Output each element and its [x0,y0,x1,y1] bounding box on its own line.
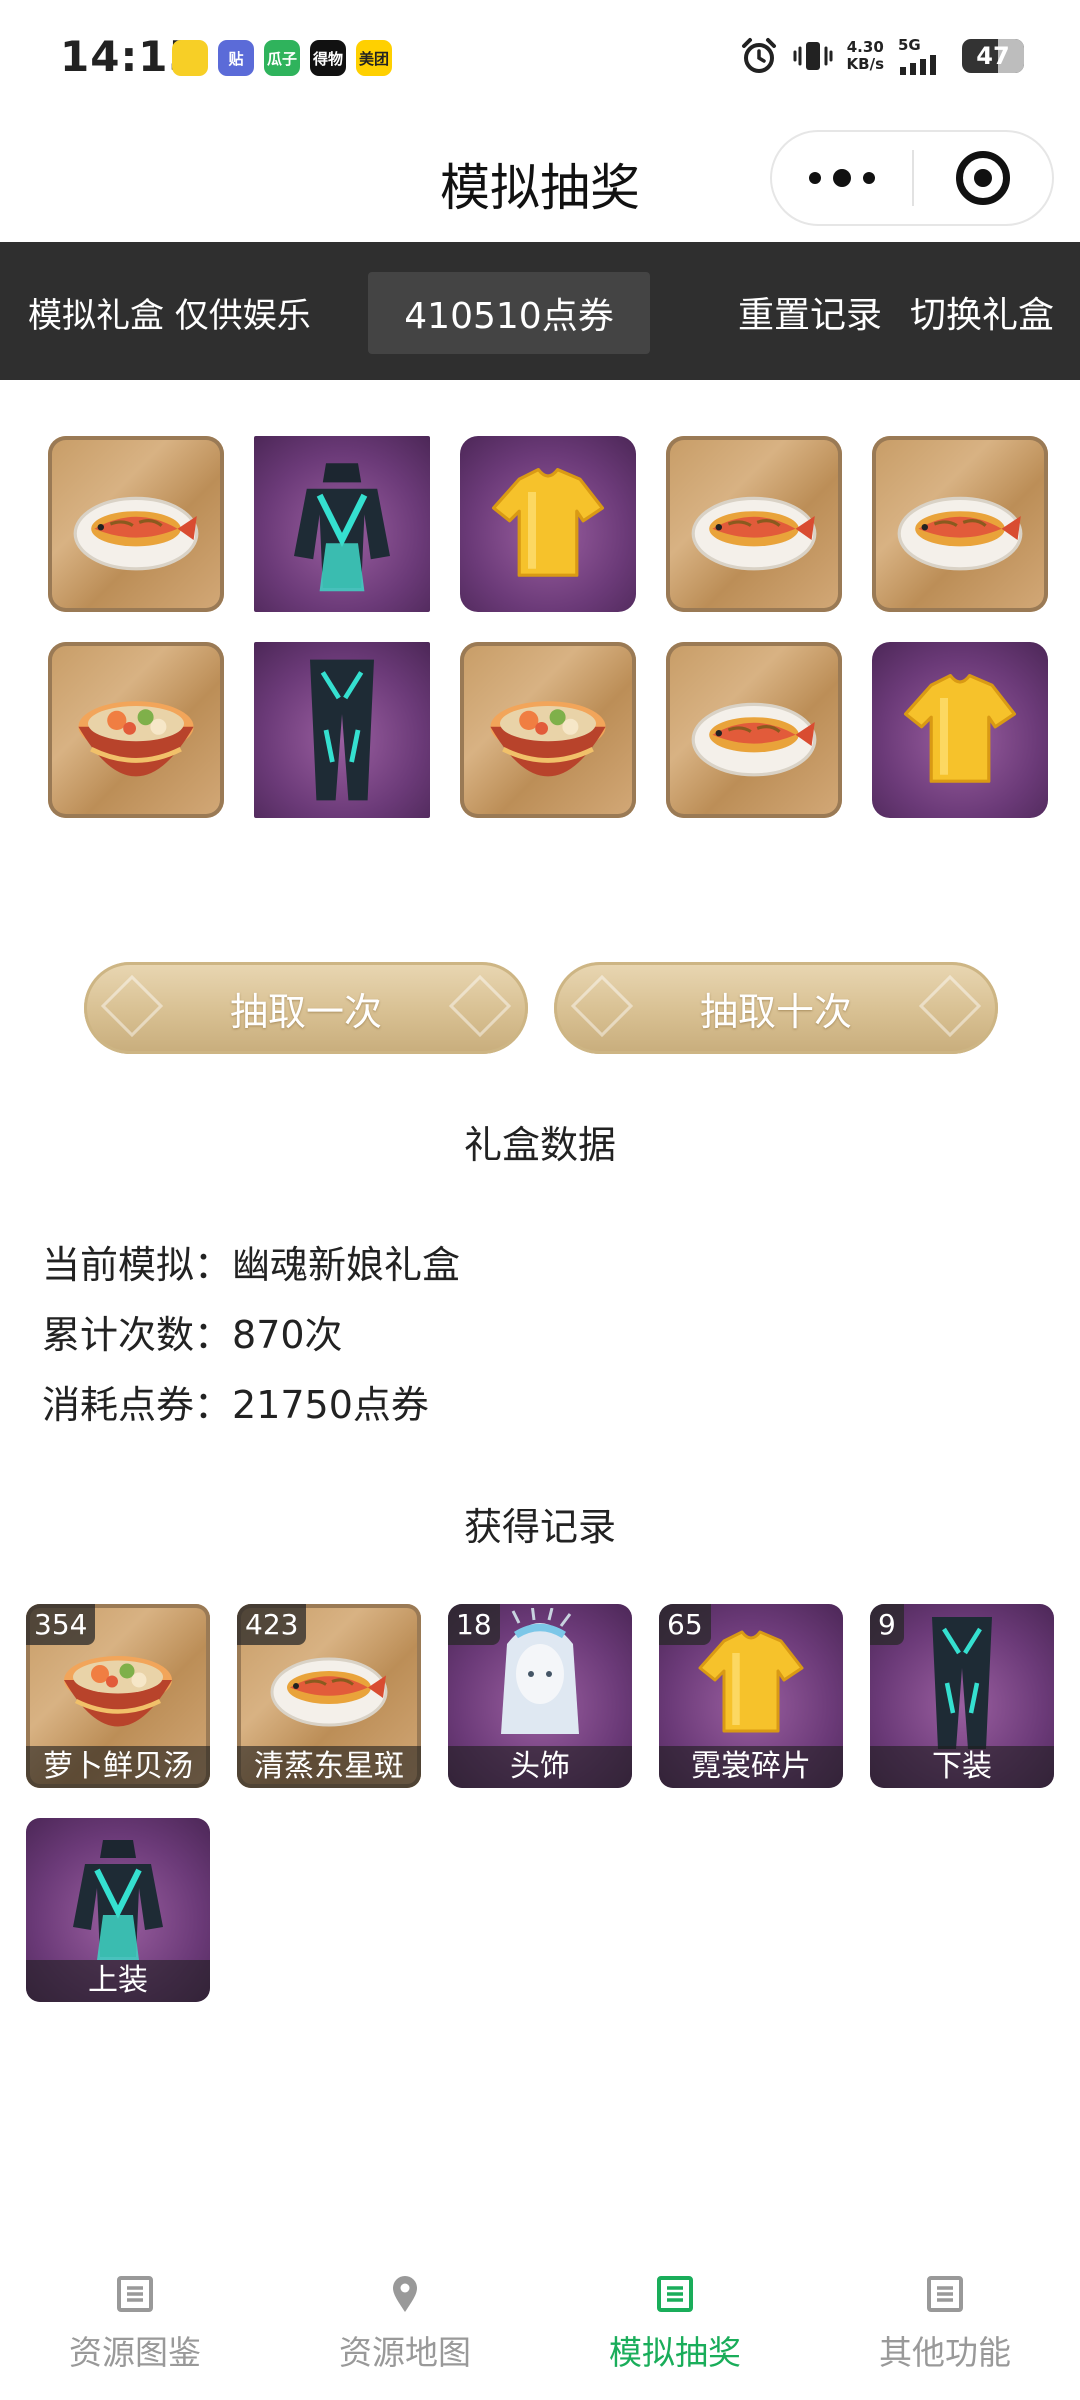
record-item: 18 头饰 [448,1604,632,1788]
record-count: 9 [870,1604,904,1645]
more-dot-icon [809,172,821,184]
result-tile [48,436,224,612]
records-title: 获得记录 [463,1505,616,1549]
record-name: 清蒸东星斑 [237,1746,421,1788]
tab-other-features[interactable]: 其他功能 [810,2268,1080,2400]
status-app-icons: 贴瓜子 得物 美团 [172,40,392,76]
record-name: 上装 [26,1960,210,2002]
list-icon [115,2274,155,2318]
record-item: 65 霓裳碎片 [659,1604,843,1788]
result-tile [666,642,842,818]
tab-resource-catalog[interactable]: 资源图鉴 [0,2268,270,2400]
tab-label: 其他功能 [879,2333,1011,2372]
reset-records-button[interactable]: 重置记录 [738,286,882,338]
record-name: 萝卜鲜贝汤 [26,1746,210,1788]
entertainment-note: 模拟礼盒 仅供娱乐 [28,296,311,336]
status-bar: 14:15 贴瓜子 得物 美团 4.30 KB/s 5G 47 [0,0,1080,118]
guazi-icon: 瓜子 [264,40,300,76]
tab-label: 资源图鉴 [69,2333,201,2372]
record-name: 头饰 [448,1746,632,1788]
records-grid: 354 萝卜鲜贝汤 423 清蒸东星斑 18 头饰 65 霓裳碎片 9 下装 上装 [26,1604,1066,2002]
draw-once-label: 抽取一次 [229,989,382,1034]
current-giftbox-label: 当前模拟： [42,1243,233,1287]
steamed-fish-icon [674,650,834,810]
map-pin-icon [385,2274,425,2318]
close-miniprogram-button[interactable] [914,151,1052,205]
tieba-icon: 贴 [218,40,254,76]
tshirt-shard-icon [880,650,1040,810]
battery-level: 47 [976,42,1010,70]
top-outfit-icon [34,1822,202,1972]
steamed-fish-icon [674,444,834,604]
soup-bowl-icon [468,650,628,810]
more-dot-icon [863,172,875,184]
record-item: 423 清蒸东星斑 [237,1604,421,1788]
tab-label: 资源地图 [339,2333,471,2372]
more-menu-button[interactable] [772,169,912,187]
result-tile [460,436,636,612]
qq-music-icon [172,40,208,76]
net-speed: 4.30 KB/s [847,39,884,73]
result-tile [872,436,1048,612]
battery-icon: 47 [962,39,1024,73]
draw-count-row: 累计次数：870次 [42,1304,343,1359]
tab-simulated-draw[interactable]: 模拟抽奖 [540,2268,810,2400]
record-item: 354 萝卜鲜贝汤 [26,1604,210,1788]
points-spent-value: 21750点券 [232,1383,429,1427]
record-count: 65 [659,1604,711,1645]
record-count: 18 [448,1604,500,1645]
draw-once-button[interactable]: 抽取一次 [84,962,528,1054]
record-count: 423 [237,1604,307,1645]
target-icon [956,151,1010,205]
bottom-outfit-icon [262,650,422,810]
mini-program-capsule [770,130,1054,226]
result-tile [460,642,636,818]
status-indicators: 4.30 KB/s 5G 47 [739,36,1024,76]
giftbox-data-title: 礼盒数据 [463,1123,616,1167]
points-balance: 410510点券 [368,272,650,354]
top-outfit-icon [262,444,422,604]
gift-toolbar: 模拟礼盒 仅供娱乐 410510点券 重置记录 切换礼盒 [0,242,1080,380]
result-tile [254,436,430,612]
record-name: 下装 [870,1746,1054,1788]
result-tile [48,642,224,818]
record-name: 霓裳碎片 [659,1746,843,1788]
draw-count-label: 累计次数： [42,1313,233,1357]
tab-label: 模拟抽奖 [609,2333,741,2372]
result-tile [666,436,842,612]
meituan-icon: 美团 [356,40,392,76]
list-icon [925,2274,965,2318]
draw-count-value: 870次 [232,1313,343,1357]
current-giftbox-value: 幽魂新娘礼盒 [232,1243,461,1287]
tab-bar: 资源图鉴 资源地图 模拟抽奖 其他功能 [0,2268,1080,2400]
steamed-fish-icon [56,444,216,604]
tshirt-shard-icon [468,444,628,604]
list-icon [655,2274,695,2318]
alarm-icon [741,38,776,73]
tab-resource-map[interactable]: 资源地图 [270,2268,540,2400]
signal-icon [900,55,936,75]
points-spent-label: 消耗点券： [42,1383,233,1427]
result-tile [254,642,430,818]
current-giftbox-row: 当前模拟：幽魂新娘礼盒 [42,1234,460,1289]
net-speed-unit: KB/s [846,55,884,73]
record-count: 354 [26,1604,96,1645]
draw-ten-label: 抽取十次 [699,989,852,1034]
switch-giftbox-button[interactable]: 切换礼盒 [910,286,1054,338]
nav-bar: 模拟抽奖 [0,118,1080,242]
record-item: 9 下装 [870,1604,1054,1788]
draw-ten-button[interactable]: 抽取十次 [554,962,998,1054]
more-dot-icon [833,169,851,187]
vibrate-icon [793,42,833,70]
network-type: 5G [898,36,921,54]
draw-results-grid [48,436,1048,818]
steamed-fish-icon [880,444,1040,604]
soup-bowl-icon [56,650,216,810]
dewu-icon: 得物 [310,40,346,76]
record-item: 上装 [26,1818,210,2002]
points-spent-row: 消耗点券：21750点券 [42,1374,429,1429]
net-speed-value: 4.30 [846,38,884,56]
result-tile [872,642,1048,818]
